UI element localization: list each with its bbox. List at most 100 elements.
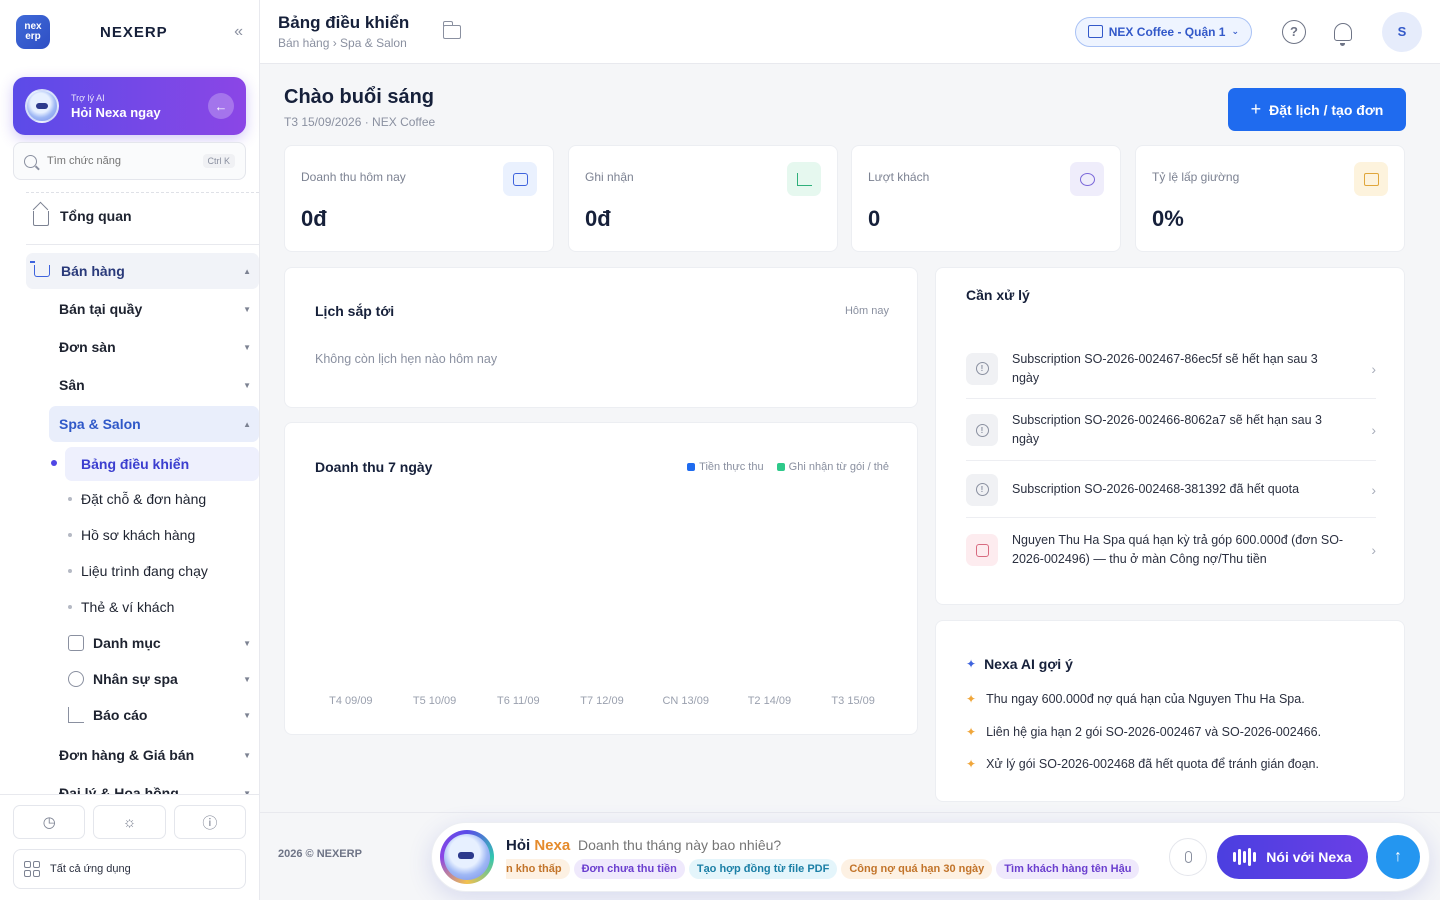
apps-grid-icon xyxy=(24,861,40,877)
nav-overview[interactable]: Tổng quan xyxy=(26,201,259,231)
folder-icon[interactable] xyxy=(442,20,462,39)
todo-text: Subscription SO-2026-002466-8062a7 sẽ hế… xyxy=(1012,413,1322,446)
ask-input[interactable] xyxy=(578,837,978,853)
warning-icon: ! xyxy=(966,414,998,446)
sparkle-icon: ✦ xyxy=(966,725,977,739)
nav-overview-label: Tổng quan xyxy=(60,208,132,224)
suggestion-chip[interactable]: n kho thấp xyxy=(506,859,570,879)
revenue-chart-plot xyxy=(309,503,895,693)
todo-card: Cần xử lý ! Subscription SO-2026-002467-… xyxy=(935,267,1405,605)
talk-label: Nói với Nexa xyxy=(1266,849,1352,865)
nav-spa-label: Spa & Salon xyxy=(59,416,141,432)
chevron-down-icon: ▼ xyxy=(243,380,251,390)
nav-reports[interactable]: Báo cáo ▼ xyxy=(68,699,259,731)
sun-icon: ☼ xyxy=(122,813,137,831)
user-avatar[interactable]: S xyxy=(1382,11,1422,52)
function-search-input[interactable] xyxy=(47,155,187,167)
collapse-sidebar-icon[interactable]: « xyxy=(234,23,243,41)
nav-spa-customers-label: Hồ sơ khách hàng xyxy=(81,527,196,543)
nav-spa-cards[interactable]: Thẻ & ví khách xyxy=(68,591,259,623)
brand-name: NEXERP xyxy=(100,23,168,41)
breadcrumb[interactable]: Bán hàng › Spa & Salon xyxy=(278,36,409,50)
suggestion-chip[interactable]: Đơn chưa thu tiền xyxy=(573,859,685,879)
alert-icon: ⓘ xyxy=(202,814,218,832)
suggestion-text: Thu ngay 600.000đ nợ quá hạn của Nguyen … xyxy=(986,692,1305,706)
suggestion-chip[interactable]: Tạo hợp đồng từ file PDF xyxy=(688,859,838,879)
legend-item: Ghi nhận từ gói / thẻ xyxy=(776,461,889,473)
ai-suggest-title: Nexa AI gợi ý xyxy=(984,656,1073,672)
nav-pos[interactable]: Bán tại quầy ▼ xyxy=(26,293,259,325)
todo-item[interactable]: Nguyen Thu Ha Spa quá hạn kỳ trả góp 600… xyxy=(966,519,1376,581)
nav-agents-label: Đại lý & Hoa hồng xyxy=(59,785,179,794)
x-tick-label: T5 10/09 xyxy=(412,695,457,707)
suggestion-item[interactable]: ✦ Xử lý gói SO-2026-002468 đã hết quota … xyxy=(966,757,1319,771)
nav-pos-label: Bán tại quầy xyxy=(59,301,143,317)
nexerp-logo[interactable]: nex erp xyxy=(16,15,50,49)
active-indicator xyxy=(51,460,57,466)
sidebar: nex erp NEXERP « Trợ lý AI Hỏi Nexa ngay… xyxy=(0,0,260,900)
chevron-right-icon: › xyxy=(1371,422,1376,438)
send-button[interactable]: ↑ xyxy=(1376,835,1420,879)
suggestion-item[interactable]: ✦ Liên hệ gia hạn 2 gói SO-2026-002467 v… xyxy=(966,725,1321,739)
legend-label: Ghi nhận từ gói / thẻ xyxy=(788,461,889,473)
legend-item: Tiền thực thu xyxy=(687,461,764,473)
ai-suggest-header: ✦ Nexa AI gợi ý xyxy=(966,656,1073,672)
upcoming-card: Lịch sắp tới Hôm nay Không còn lịch hẹn … xyxy=(284,267,918,408)
upcoming-title: Lịch sắp tới xyxy=(315,303,395,319)
nav-court[interactable]: Sân ▼ xyxy=(26,369,259,401)
nav-spa-dashboard[interactable]: Bảng điều khiển xyxy=(65,447,259,481)
upcoming-range[interactable]: Hôm nay xyxy=(845,305,889,317)
all-apps-button[interactable]: Tất cả ứng dụng xyxy=(13,849,246,889)
chevron-down-icon: ▼ xyxy=(243,304,251,314)
help-icon[interactable]: ? xyxy=(1282,19,1306,44)
ask-nexa-card[interactable]: Trợ lý AI Hỏi Nexa ngay ← xyxy=(13,77,246,135)
attach-button[interactable] xyxy=(1169,838,1207,876)
legend-swatch-green xyxy=(776,463,785,471)
alert-button[interactable]: ⓘ xyxy=(173,805,246,839)
nav-orders-prices-label: Đơn hàng & Giá bán xyxy=(59,747,195,763)
todo-item[interactable]: ! Subscription SO-2026-002468-381392 đã … xyxy=(966,462,1376,518)
stat-card-recognized[interactable]: Ghi nhận 0đ xyxy=(568,145,838,252)
bullet-icon xyxy=(68,569,72,573)
stat-value: 0đ xyxy=(585,206,611,231)
stat-card-revenue-today[interactable]: Doanh thu hôm nay 0đ xyxy=(284,145,554,252)
talk-to-nexa-button[interactable]: Nói với Nexa xyxy=(1217,835,1368,879)
nexa-robot-icon xyxy=(25,89,59,123)
nav-catalog[interactable]: Danh mục ▼ xyxy=(68,627,259,659)
store-selector[interactable]: NEX Coffee - Quận 1 ⌄ xyxy=(1074,16,1252,47)
legend-swatch-blue xyxy=(687,463,696,471)
suggestion-chips: n kho thấp Đơn chưa thu tiền Tạo hợp đồng … xyxy=(506,859,1151,881)
nav-spa[interactable]: Spa & Salon ▲ xyxy=(49,406,259,442)
suggestion-chip[interactable]: Tìm khách hàng tên Hậu xyxy=(996,859,1140,879)
wallet-icon xyxy=(503,162,537,196)
stat-card-visits[interactable]: Lượt khách 0 xyxy=(851,145,1121,252)
function-search[interactable]: Ctrl K xyxy=(13,142,246,180)
nav-marketplace[interactable]: Đơn sàn ▼ xyxy=(26,331,259,363)
nav-spa-customers[interactable]: Hồ sơ khách hàng xyxy=(68,519,259,551)
greeting: Chào buổi sáng T3 15/09/2026 · NEX Coffe… xyxy=(284,86,435,129)
history-button[interactable]: ◷ xyxy=(13,805,86,839)
todo-item[interactable]: ! Subscription SO-2026-002467-86ec5f sẽ … xyxy=(966,339,1376,399)
nav-agents[interactable]: Đại lý & Hoa hồng ▼ xyxy=(26,777,259,794)
suggestion-chip[interactable]: Công nợ quá hạn 30 ngày xyxy=(841,859,993,879)
nav-orders-prices[interactable]: Đơn hàng & Giá bán ▼ xyxy=(26,739,259,771)
revenue-title: Doanh thu 7 ngày xyxy=(315,459,433,475)
stat-card-bed-occupancy[interactable]: Tỷ lệ lấp giường 0% xyxy=(1135,145,1405,252)
brand: nex erp NEXERP « xyxy=(0,0,259,64)
search-shortcut: Ctrl K xyxy=(202,154,235,168)
sparkle-icon: ✦ xyxy=(966,692,977,706)
nav-sales[interactable]: Bán hàng ▲ xyxy=(26,253,259,289)
suggestion-item[interactable]: ✦ Thu ngay 600.000đ nợ quá hạn của Nguye… xyxy=(966,692,1305,706)
nav-staff[interactable]: Nhân sự spa ▼ xyxy=(68,663,259,695)
x-tick-label: T4 09/09 xyxy=(329,695,373,707)
arrow-left-icon[interactable]: ← xyxy=(208,93,234,119)
nav-spa-bookings[interactable]: Đặt chỗ & đơn hàng xyxy=(68,483,259,515)
suggestion-text: Liên hệ gia hạn 2 gói SO-2026-002467 và … xyxy=(986,725,1322,739)
create-booking-button[interactable]: + Đặt lịch / tạo đơn xyxy=(1228,88,1406,131)
nav-spa-treatments[interactable]: Liệu trình đang chạy xyxy=(68,555,259,587)
trend-up-icon xyxy=(787,162,821,196)
todo-item[interactable]: ! Subscription SO-2026-002466-8062a7 sẽ … xyxy=(966,400,1376,461)
theme-button[interactable]: ☼ xyxy=(93,805,166,839)
users-icon xyxy=(1070,162,1104,196)
bell-icon[interactable] xyxy=(1334,22,1352,46)
